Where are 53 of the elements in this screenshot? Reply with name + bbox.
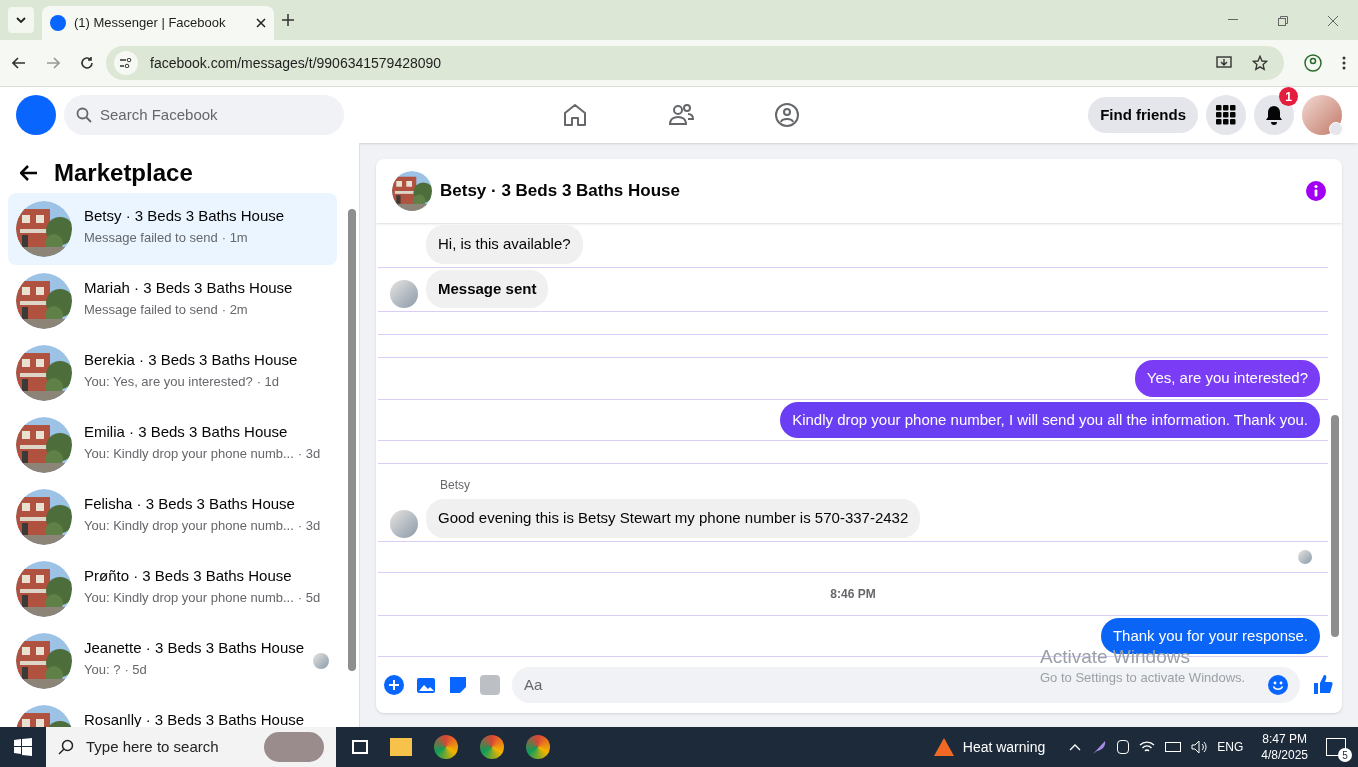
conversation-name: Betsy · 3 Beds 3 Baths House [84,207,286,224]
clock-date[interactable]: 4/8/2025 [1261,747,1308,763]
notification-count: 5 [1338,748,1352,762]
conversation-preview: You: Kindly drop your phone numb... [84,517,294,535]
search-field[interactable]: Search Facebook [64,95,344,135]
conversation-preview: You: Kindly drop your phone numb... [84,589,294,607]
conversation-item[interactable]: Prøñto · 3 Beds 3 Baths House You: Kindly drop your phone numb... · 5d [8,553,337,625]
conversation-time: · 1d [256,373,280,391]
conversation-preview: Message failed to send [84,229,218,247]
conversation-name: Mariah · 3 Beds 3 Baths House [84,279,294,296]
clock-time[interactable]: 8:47 PM [1262,731,1307,747]
message-bubble: Kindly drop your phone number, I will send you all the information. Thank you. [780,401,1320,438]
conversation-item[interactable]: Mariah · 3 Beds 3 Baths House Message failed to send · 2m [8,265,337,337]
message-bubble: Yes, are you interested? [1134,360,1320,397]
message-bubble: Good evening this is Betsy Stewart my phone number is 570-337-2432 [426,499,921,538]
taskbar-search-placeholder: Type here to search [86,736,220,757]
message-bubble: Message sent [426,269,549,308]
conversation-time: · 2m [221,301,248,319]
conversation-item[interactable]: Emilia · 3 Beds 3 Baths House You: Kindly drop your phone numb... · 3d [8,409,337,481]
sender-name: Betsy [440,478,470,492]
conversation-name: Felisha · 3 Beds 3 Baths House [84,495,296,512]
conversation-time: · 3d [297,517,321,535]
conversation-item[interactable]: Felisha · 3 Beds 3 Baths House You: Kindly drop your phone numb... · 3d [8,481,337,553]
timestamp: 8:46 PM [830,585,876,603]
conversation-time: · 5d [297,589,321,607]
conversation-item[interactable]: Jeanette · 3 Beds 3 Baths House You: ? · 5d [8,625,337,697]
browser-tab[interactable]: (1) Messenger | Facebook [42,6,274,40]
taskbar-search[interactable]: Type here to search [46,727,336,767]
conversation-time: · 3d [297,445,321,463]
search-placeholder: Search Facebook [100,104,218,125]
conversation-time: · 1m [221,229,248,247]
find-friends-button[interactable]: Find friends [1088,97,1198,133]
conversation-name: Prøñto · 3 Beds 3 Baths House [84,567,293,584]
conversation-preview: Message failed to send [84,301,218,319]
conversation-time: · 5d [124,661,147,679]
activation-subtitle: Go to Settings to activate Windows. [1040,669,1246,687]
conversation-name: Berekia · 3 Beds 3 Baths House [84,351,299,368]
address-bar[interactable]: facebook.com/messages/t/9906341579428090 [106,46,1284,80]
sidebar-title: Marketplace [54,158,193,188]
tab-title: (1) Messenger | Facebook [74,14,227,33]
url-text: facebook.com/messages/t/9906341579428090 [150,53,443,73]
conversation-name: Emilia · 3 Beds 3 Baths House [84,423,289,440]
message-bubble: Hi, is this available? [426,225,583,264]
conversation-item[interactable]: Berekia · 3 Beds 3 Baths House You: Yes, are you interested? · 1d [8,337,337,409]
weather-text[interactable]: Heat warning [962,736,1046,758]
conversation-item[interactable]: Betsy · 3 Beds 3 Baths House Message failed to send · 1m [8,193,337,265]
conversation-preview: You: Yes, are you interested? [84,373,253,391]
notification-badge: 1 [1279,87,1298,106]
conversation-preview: You: ? [84,661,121,679]
input-placeholder: Aa [524,674,543,695]
chat-title: Betsy · 3 Beds 3 Baths House [440,180,681,203]
conversation-preview: You: Kindly drop your phone numb... [84,445,294,463]
language-indicator[interactable]: ENG [1217,738,1244,756]
